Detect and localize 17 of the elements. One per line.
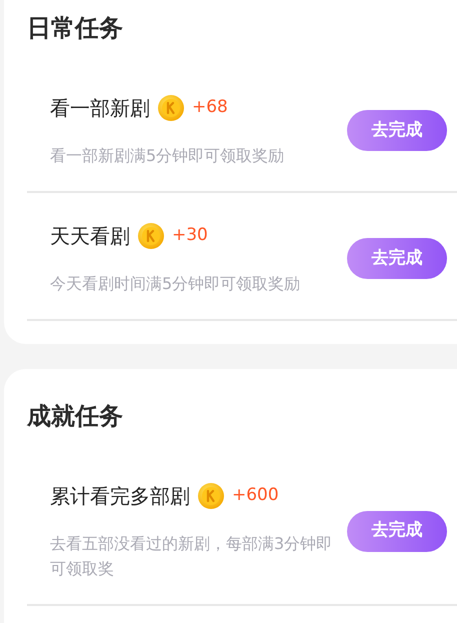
section-title: 日常任务 bbox=[27, 13, 124, 44]
task-description: 去看五部没看过的新剧，每部满3分钟即可领取奖 bbox=[50, 533, 334, 580]
task-title: 看一部新剧 bbox=[50, 95, 150, 122]
coin-icon bbox=[198, 483, 224, 509]
coin-icon bbox=[138, 223, 164, 249]
task-title: 累计看完多部剧 bbox=[50, 483, 190, 510]
reward-amount: +30 bbox=[172, 224, 208, 248]
complete-button[interactable]: 去完成 bbox=[347, 510, 447, 552]
section-title: 成就任务 bbox=[27, 401, 124, 432]
task-description: 看一部新剧满5分钟即可领取奖励 bbox=[50, 145, 286, 167]
task-description: 今天看剧时间满5分钟即可领取奖励 bbox=[50, 273, 302, 295]
reward-amount: +600 bbox=[232, 484, 279, 508]
complete-button[interactable]: 去完成 bbox=[347, 110, 447, 151]
reward-amount: +68 bbox=[192, 96, 228, 120]
coin-icon bbox=[158, 95, 184, 121]
complete-button[interactable]: 去完成 bbox=[347, 238, 447, 279]
task-title: 天天看剧 bbox=[50, 223, 130, 250]
